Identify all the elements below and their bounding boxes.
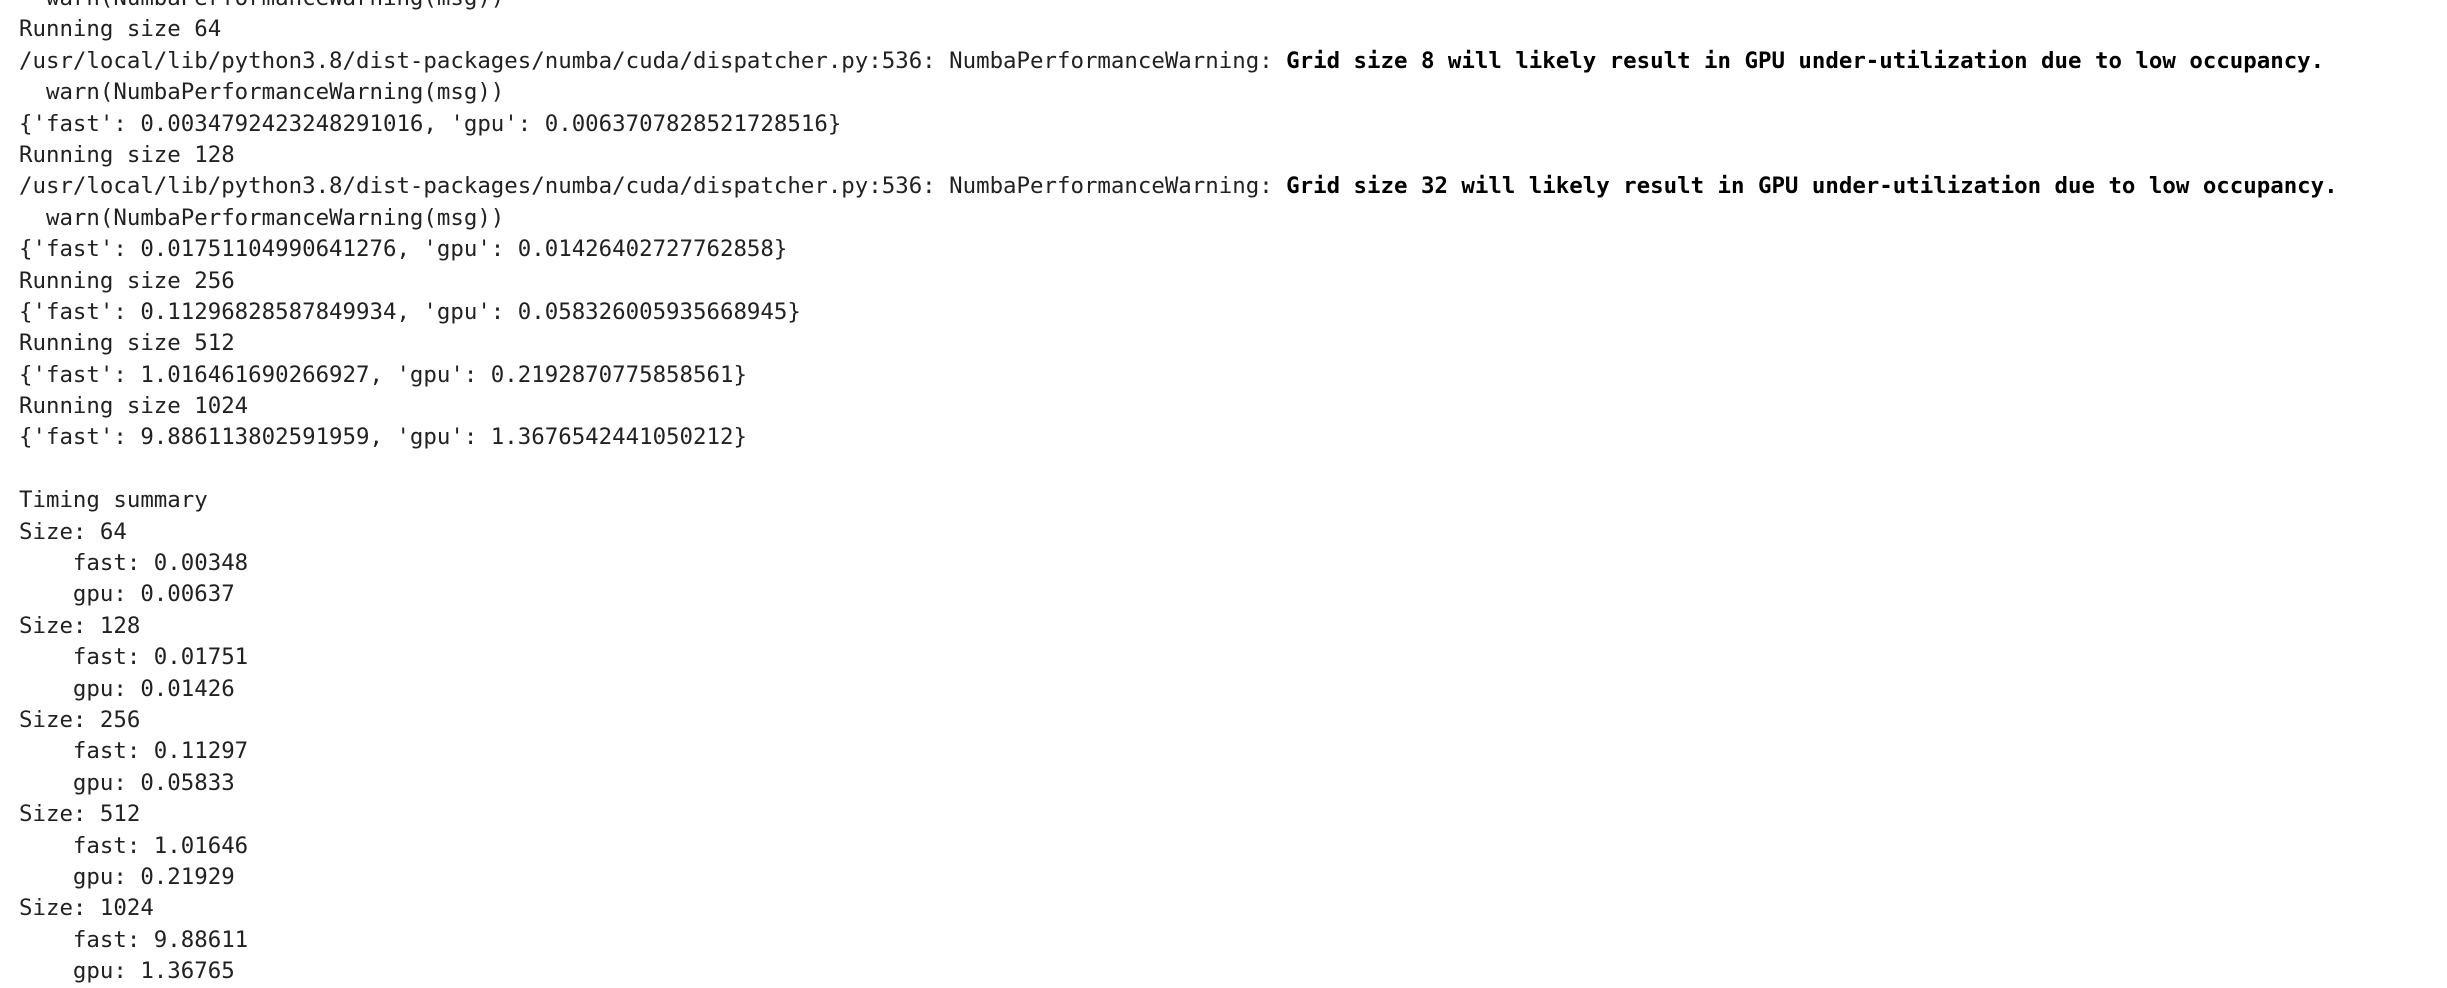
output-line: fast: 1.01646 [19,831,2338,862]
output-text: {'fast': 0.11296828587849934, 'gpu': 0.0… [19,298,801,325]
output-text: Size: 1024 [19,895,154,922]
output-line: Running size 64 [19,14,2338,45]
output-text: fast: 0.11297 [19,738,249,765]
output-line: warn(NumbaPerformanceWarning(msg)) [19,203,2338,234]
output-text: Running size 128 [19,141,235,168]
warning-line: /usr/local/lib/python3.8/dist-packages/n… [19,171,2338,202]
output-text: /usr/local/lib/python3.8/dist-packages/n… [19,173,1287,200]
output-text: gpu: 1.36765 [19,958,235,985]
output-text: Size: 512 [19,801,141,828]
output-text: {'fast': 9.886113802591959, 'gpu': 1.367… [19,424,747,451]
cell-output: warn(NumbaPerformanceWarning(msg)) Runnin… [19,0,2338,988]
output-text: Running size 512 [19,330,235,357]
output-line: {'fast': 0.01751104990641276, 'gpu': 0.0… [19,234,2338,265]
output-text: warn(NumbaPerformanceWarning(msg)) [19,79,505,106]
output-line: gpu: 0.00637 [19,579,2338,610]
output-line: Running size 256 [19,266,2338,297]
output-line: warn(NumbaPerformanceWarning(msg)) [19,0,2338,14]
output-text: gpu: 0.01426 [19,675,235,702]
output-line: gpu: 0.21929 [19,862,2338,893]
output-line: Size: 512 [19,799,2338,830]
output-text: Size: 128 [19,612,141,639]
output-line: {'fast': 1.016461690266927, 'gpu': 0.219… [19,360,2338,391]
output-text: Timing summary [19,487,208,514]
output-text: fast: 9.88611 [19,926,249,953]
output-line: Running size 128 [19,140,2338,171]
output-line: {'fast': 9.886113802591959, 'gpu': 1.367… [19,422,2338,453]
output-text: warn(NumbaPerformanceWarning(msg)) [19,0,504,11]
output-line: Running size 512 [19,328,2338,359]
output-text: warn(NumbaPerformanceWarning(msg)) [19,204,505,231]
output-text: {'fast': 0.01751104990641276, 'gpu': 0.0… [19,236,788,263]
output-text: /usr/local/lib/python3.8/dist-packages/n… [19,47,1287,74]
output-text: gpu: 0.21929 [19,863,235,890]
warning-message: Grid size 32 will likely result in GPU u… [1286,173,2338,200]
output-text: fast: 0.00348 [19,550,249,577]
output-text: {'fast': 1.016461690266927, 'gpu': 0.219… [19,361,747,388]
output-line: Size: 1024 [19,893,2338,924]
output-text: fast: 0.01751 [19,644,249,671]
output-text: Size: 256 [19,706,141,733]
output-text: gpu: 0.05833 [19,769,235,796]
output-line: Size: 64 [19,517,2338,548]
output-text: {'fast': 0.0034792423248291016, 'gpu': 0… [19,110,842,137]
output-line: {'fast': 0.0034792423248291016, 'gpu': 0… [19,109,2338,140]
output-line: fast: 0.11297 [19,736,2338,767]
output-line: Timing summary [19,485,2338,516]
output-line: fast: 0.00348 [19,548,2338,579]
output-line: warn(NumbaPerformanceWarning(msg)) [19,77,2338,108]
output-text: Running size 256 [19,267,235,294]
output-line: gpu: 0.01426 [19,674,2338,705]
output-line: Size: 128 [19,611,2338,642]
output-text: fast: 1.01646 [19,832,249,859]
warning-line: /usr/local/lib/python3.8/dist-packages/n… [19,46,2338,77]
output-line: Size: 256 [19,705,2338,736]
output-text: Running size 1024 [19,393,249,420]
output-text: Running size 64 [19,16,222,43]
warning-message: Grid size 8 will likely result in GPU un… [1286,47,2325,74]
output-text: Size: 64 [19,518,127,545]
output-text: gpu: 0.00637 [19,581,235,608]
output-line: fast: 0.01751 [19,642,2338,673]
output-line: Running size 1024 [19,391,2338,422]
output-line: {'fast': 0.11296828587849934, 'gpu': 0.0… [19,297,2338,328]
output-line: gpu: 0.05833 [19,768,2338,799]
output-line: fast: 9.88611 [19,925,2338,956]
